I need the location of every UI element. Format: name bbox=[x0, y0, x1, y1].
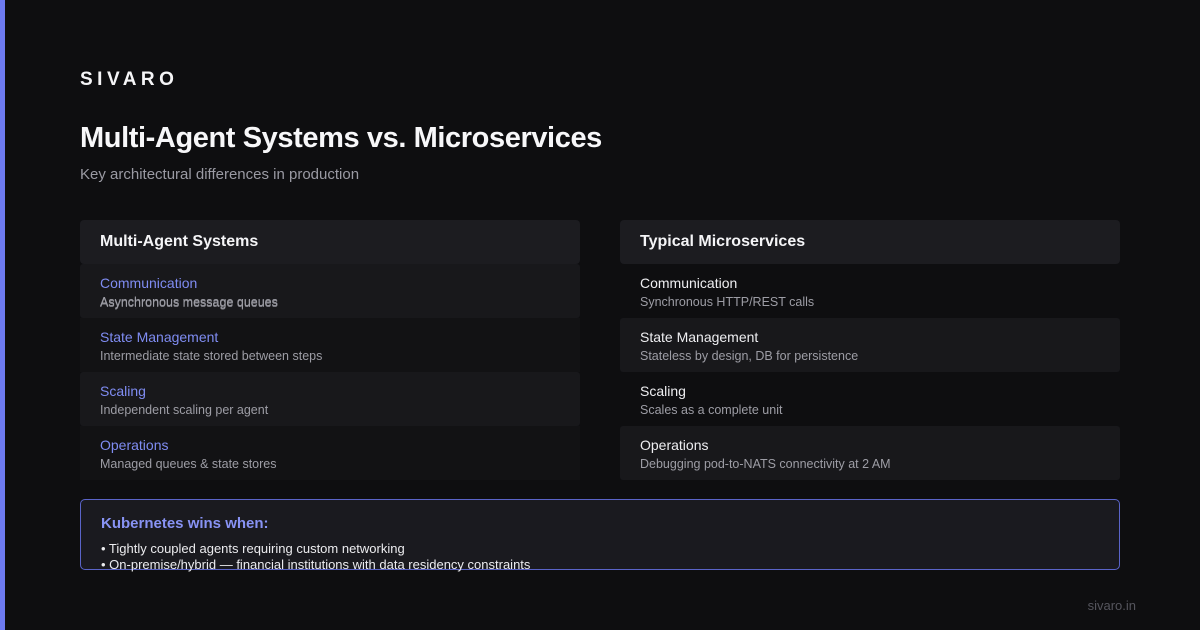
row-description: Debugging pod-to-NATS connectivity at 2 … bbox=[640, 457, 891, 471]
comparison-row: Scaling Independent scaling per agent bbox=[80, 372, 580, 426]
kubernetes-wins-callout: Kubernetes wins when: • Tightly coupled … bbox=[80, 499, 1120, 573]
comparison-row: Communication Asynchronous message queue… bbox=[80, 264, 580, 318]
row-label: Communication bbox=[100, 275, 198, 291]
row-description: Intermediate state stored between steps bbox=[100, 349, 323, 363]
comparison-row: State Management Intermediate state stor… bbox=[80, 318, 580, 372]
row-label: Operations bbox=[640, 437, 709, 453]
row-description: Managed queues & state stores bbox=[100, 457, 277, 471]
row-description: Scales as a complete unit bbox=[640, 403, 783, 417]
row-description: Stateless by design, DB for persistence bbox=[640, 349, 859, 363]
row-label: State Management bbox=[640, 329, 759, 345]
comparison-row: Operations Managed queues & state stores bbox=[80, 426, 580, 480]
row-description: Independent scaling per agent bbox=[100, 403, 269, 417]
callout-item: • On-premise/hybrid — financial institut… bbox=[101, 557, 531, 572]
comparison-row: State Management Stateless by design, DB… bbox=[620, 318, 1120, 372]
microservices-column: Typical Microservices Communication Sync… bbox=[620, 220, 1120, 480]
left-accent-bar bbox=[0, 0, 5, 630]
row-description: Synchronous HTTP/REST calls bbox=[640, 295, 815, 309]
brand-logo: SIVARO bbox=[80, 69, 179, 90]
row-label: Communication bbox=[640, 275, 738, 291]
page-subtitle: Key architectural differences in product… bbox=[80, 166, 360, 183]
multi-agent-header: Multi-Agent Systems bbox=[80, 220, 580, 264]
page-title: Multi-Agent Systems vs. Microservices bbox=[80, 122, 602, 154]
callout-list: • Tightly coupled agents requiring custo… bbox=[101, 541, 1099, 573]
microservices-header: Typical Microservices bbox=[620, 220, 1120, 264]
comparison-row: Communication Synchronous HTTP/REST call… bbox=[620, 264, 1120, 318]
row-label: Scaling bbox=[100, 383, 146, 399]
callout-title: Kubernetes wins when: bbox=[101, 515, 269, 532]
multi-agent-column: Multi-Agent Systems Communication Asynch… bbox=[80, 220, 580, 480]
comparison-row: Scaling Scales as a complete unit bbox=[620, 372, 1120, 426]
row-label: State Management bbox=[100, 329, 219, 345]
callout-item: • Tightly coupled agents requiring custo… bbox=[101, 541, 405, 556]
comparison-row: Operations Debugging pod-to-NATS connect… bbox=[620, 426, 1120, 480]
row-label: Operations bbox=[100, 437, 169, 453]
row-description-echo: Asynchronous message queues bbox=[100, 296, 278, 310]
row-label: Scaling bbox=[640, 383, 686, 399]
footer-domain: sivaro.in bbox=[1087, 598, 1136, 613]
